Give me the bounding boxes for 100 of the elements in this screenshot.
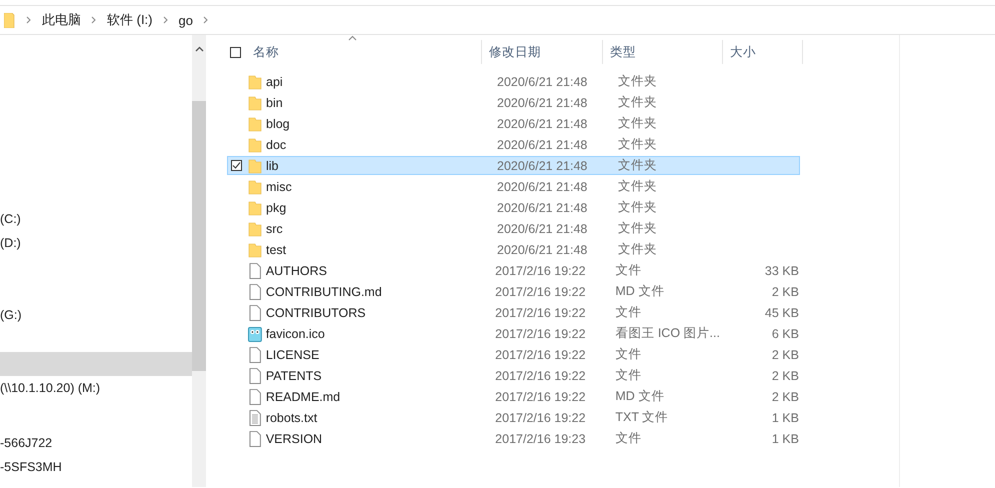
nav-item[interactable]: (C:) [0, 207, 192, 231]
nav-item[interactable]: (G:) [0, 303, 192, 327]
file-type: 文件夹 [617, 115, 658, 132]
file-name: api [266, 74, 284, 88]
breadcrumb-item[interactable]: 软件 (I:) [107, 11, 152, 29]
file-row[interactable]: test 2020/6/21 21:48 文件夹 [227, 240, 800, 259]
nav-item[interactable]: (\\10.1.10.20) (M:) [0, 376, 192, 400]
modified-date: 2017/2/16 19:22 [494, 390, 587, 404]
file-name: robots.txt [266, 410, 318, 424]
folder-icon [4, 12, 16, 28]
modified-date: 2020/6/21 21:48 [496, 138, 588, 152]
folder-icon [248, 74, 262, 90]
file-type: 文件 [614, 262, 642, 279]
folder-icon [248, 220, 262, 236]
file-type: 文件夹 [617, 136, 658, 153]
file-type: 文件 [614, 430, 642, 447]
file-type: 文件夹 [617, 94, 658, 111]
file-size: 2 KB [770, 284, 799, 298]
folder-icon [248, 158, 262, 174]
column-header[interactable]: 名称 [253, 44, 279, 60]
breadcrumb-item[interactable]: 此电脑 [42, 11, 81, 29]
nav-item[interactable]: -5SFS3MH [0, 455, 192, 479]
scroll-up-icon[interactable] [194, 46, 204, 52]
file-name: PATENTS [266, 368, 323, 382]
select-all-checkbox[interactable] [230, 46, 241, 58]
file-row[interactable]: favicon.ico 2017/2/16 19:22 看图王 ICO 图片... 6 KB [227, 324, 800, 343]
file-size: 1 KB [770, 410, 799, 424]
column-header[interactable]: 修改日期 [482, 40, 603, 64]
file-icon [248, 430, 262, 446]
file-type: 文件夹 [617, 73, 658, 90]
file-row[interactable]: robots.txt 2017/2/16 19:22 TXT 文件 1 KB [227, 408, 800, 427]
file-size: 45 KB [764, 306, 799, 320]
column-header[interactable]: 类型 [603, 40, 723, 64]
file-icon [248, 368, 262, 384]
file-row[interactable]: misc 2020/6/21 21:48 文件夹 [227, 177, 800, 196]
scrollbar[interactable] [192, 35, 206, 487]
modified-date: 2020/6/21 21:48 [496, 200, 588, 214]
file-type: 看图王 ICO 图片... [614, 325, 721, 342]
modified-date: 2020/6/21 21:48 [496, 222, 588, 236]
folder-icon [248, 178, 262, 194]
folder-icon [248, 136, 262, 152]
file-row[interactable]: PATENTS 2017/2/16 19:22 文件 2 KB [227, 366, 800, 385]
column-header[interactable]: 大小 [723, 40, 803, 64]
file-row[interactable]: README.md 2017/2/16 19:22 MD 文件 2 KB [227, 387, 800, 406]
folder-icon [248, 94, 262, 110]
file-name: misc [266, 180, 293, 194]
file-name: test [266, 242, 288, 256]
sort-caret-icon[interactable] [348, 35, 357, 41]
file-name: CONTRIBUTING.md [266, 284, 383, 298]
modified-date: 2020/6/21 21:48 [496, 116, 588, 130]
modified-date: 2017/2/16 19:22 [494, 326, 587, 340]
file-row[interactable]: AUTHORS 2017/2/16 19:22 文件 33 KB [227, 261, 800, 280]
file-icon [248, 304, 262, 320]
chevron-icon [202, 16, 209, 24]
file-row[interactable]: LICENSE 2017/2/16 19:22 文件 2 KB [227, 345, 800, 364]
file-size: 1 KB [770, 432, 799, 446]
nav-item[interactable]: -566J722 [0, 431, 192, 455]
file-name: LICENSE [266, 348, 320, 362]
file-icon [248, 284, 262, 300]
file-type: 文件夹 [617, 199, 658, 216]
file-row[interactable]: blog 2020/6/21 21:48 文件夹 [227, 114, 800, 133]
breadcrumb-item[interactable]: go [178, 12, 193, 28]
chevron-icon [162, 16, 168, 24]
scrollbar-thumb[interactable] [192, 101, 206, 371]
nav-item[interactable]: (D:) [0, 231, 192, 255]
file-row[interactable]: api 2020/6/21 21:48 文件夹 [227, 72, 800, 91]
file-name: doc [266, 138, 288, 152]
modified-date: 2017/2/16 19:23 [494, 432, 587, 446]
file-type: 文件 [614, 346, 642, 363]
file-row[interactable]: CONTRIBUTORS 2017/2/16 19:22 文件 45 KB [227, 303, 800, 322]
row-checkbox[interactable] [231, 160, 242, 171]
file-row[interactable]: lib 2020/6/21 21:48 文件夹 [227, 156, 800, 175]
folder-icon [248, 116, 262, 132]
modified-date: 2017/2/16 19:22 [494, 368, 587, 382]
file-name: bin [266, 96, 284, 110]
file-size: 2 KB [770, 390, 799, 404]
chevron-icon [91, 16, 97, 24]
file-icon [248, 346, 262, 362]
modified-date: 2020/6/21 21:48 [496, 242, 588, 256]
modified-date: 2020/6/21 21:48 [496, 180, 588, 194]
file-type: 文件 [614, 304, 642, 321]
file-row[interactable]: doc 2020/6/21 21:48 文件夹 [227, 135, 800, 154]
file-size: 2 KB [770, 368, 799, 382]
file-name: VERSION [266, 432, 324, 446]
file-type: TXT 文件 [614, 409, 670, 426]
file-row[interactable]: VERSION 2017/2/16 19:23 文件 1 KB [227, 429, 800, 448]
file-name: README.md [266, 390, 342, 404]
file-name: blog [266, 116, 291, 130]
file-name: AUTHORS [266, 264, 328, 278]
file-row[interactable]: src 2020/6/21 21:48 文件夹 [227, 219, 800, 238]
chevron-icon [26, 16, 32, 24]
file-size: 6 KB [770, 326, 799, 340]
file-type: 文件夹 [617, 241, 658, 258]
file-row[interactable]: bin 2020/6/21 21:48 文件夹 [227, 93, 800, 112]
modified-date: 2020/6/21 21:48 [496, 96, 588, 110]
file-name: favicon.ico [266, 326, 326, 340]
file-name: src [266, 222, 284, 236]
file-row[interactable]: CONTRIBUTING.md 2017/2/16 19:22 MD 文件 2 KB [227, 282, 800, 301]
file-row[interactable]: pkg 2020/6/21 21:48 文件夹 [227, 198, 800, 217]
file-type: MD 文件 [614, 283, 666, 300]
